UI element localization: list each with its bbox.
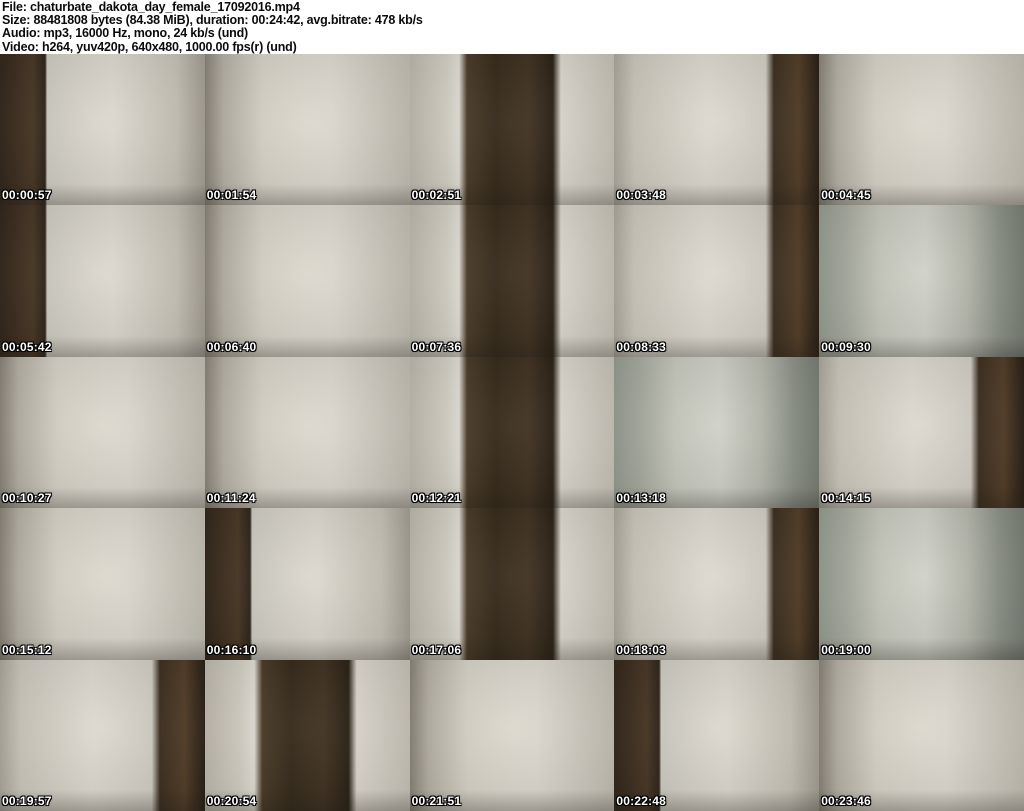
video-thumbnail: 00:11:24 (204, 356, 410, 509)
thumbnail-timestamp: 00:22:48 (616, 793, 667, 808)
thumbnail-timestamp: 00:00:57 (2, 188, 52, 203)
thumbnail-timestamp: 00:13:18 (616, 491, 667, 506)
thumbnail-timestamp: 00:23:46 (821, 793, 871, 808)
thumbnail-timestamp: 00:20:54 (206, 793, 257, 808)
thumbnail-timestamp: 00:07:36 (411, 339, 462, 354)
thumbnail-timestamp: 00:03:48 (616, 188, 667, 203)
thumbnail-timestamp: 00:17:06 (411, 642, 462, 657)
video-thumbnail: 00:06:40 (204, 205, 410, 357)
video-thumbnail: 00:19:57 (0, 659, 205, 811)
thumbnail-timestamp: 00:04:45 (821, 188, 871, 203)
video-thumbnail: 00:08:33 (614, 205, 820, 357)
thumbnail-timestamp: 00:18:03 (616, 642, 667, 657)
video-thumbnail: 00:03:48 (614, 54, 820, 206)
file-metadata-header: File: chaturbate_dakota_day_female_17092… (0, 0, 1024, 54)
video-thumbnail: 00:02:51 (409, 54, 615, 206)
video-thumbnail: 00:05:42 (0, 205, 205, 357)
video-thumbnail: 00:22:48 (614, 659, 820, 811)
video-thumbnail: 00:04:45 (819, 54, 1024, 206)
thumbnail-timestamp: 00:21:51 (411, 793, 462, 808)
video-contact-sheet: File: chaturbate_dakota_day_female_17092… (0, 0, 1024, 811)
video-thumbnail: 00:17:06 (409, 508, 615, 660)
video-thumbnail: 00:16:10 (204, 508, 410, 660)
thumbnail-timestamp: 00:15:12 (2, 642, 52, 657)
video-thumbnail: 00:20:54 (204, 659, 410, 811)
thumbnail-timestamp: 00:09:30 (821, 339, 871, 354)
video-thumbnail: 00:15:12 (0, 508, 205, 660)
thumbnail-timestamp: 00:11:24 (206, 491, 256, 506)
video-thumbnail: 00:19:00 (819, 508, 1024, 660)
video-thumbnail: 00:12:21 (409, 356, 615, 509)
thumbnail-grid: 00:00:57 00:01:54 00:02:51 00:03:48 00:04:45… (0, 54, 1024, 811)
video-thumbnail: 00:21:51 (409, 659, 615, 811)
video-thumbnail: 00:13:18 (614, 356, 820, 509)
thumbnail-timestamp: 00:12:21 (411, 491, 462, 506)
video-thumbnail: 00:09:30 (819, 205, 1024, 357)
video-thumbnail: 00:14:15 (819, 356, 1024, 509)
thumbnail-timestamp: 00:19:57 (2, 793, 52, 808)
thumbnail-timestamp: 00:16:10 (206, 642, 257, 657)
video-thumbnail: 00:00:57 (0, 54, 205, 206)
video-thumbnail: 00:18:03 (614, 508, 820, 660)
video-thumbnail: 00:07:36 (409, 205, 615, 357)
thumbnail-timestamp: 00:08:33 (616, 339, 667, 354)
video-thumbnail: 00:10:27 (0, 356, 205, 509)
thumbnail-timestamp: 00:02:51 (411, 188, 462, 203)
video-thumbnail: 00:01:54 (204, 54, 410, 206)
video-thumbnail: 00:23:46 (819, 659, 1024, 811)
thumbnail-timestamp: 00:10:27 (2, 491, 52, 506)
thumbnail-timestamp: 00:01:54 (206, 188, 257, 203)
thumbnail-timestamp: 00:05:42 (2, 339, 52, 354)
thumbnail-timestamp: 00:06:40 (206, 339, 257, 354)
thumbnail-timestamp: 00:19:00 (821, 642, 871, 657)
video-codec-line: Video: h264, yuv420p, 640x480, 1000.00 f… (2, 39, 297, 54)
audio-codec-line: Audio: mp3, 16000 Hz, mono, 24 kb/s (und… (2, 26, 249, 41)
thumbnail-timestamp: 00:14:15 (821, 491, 871, 506)
